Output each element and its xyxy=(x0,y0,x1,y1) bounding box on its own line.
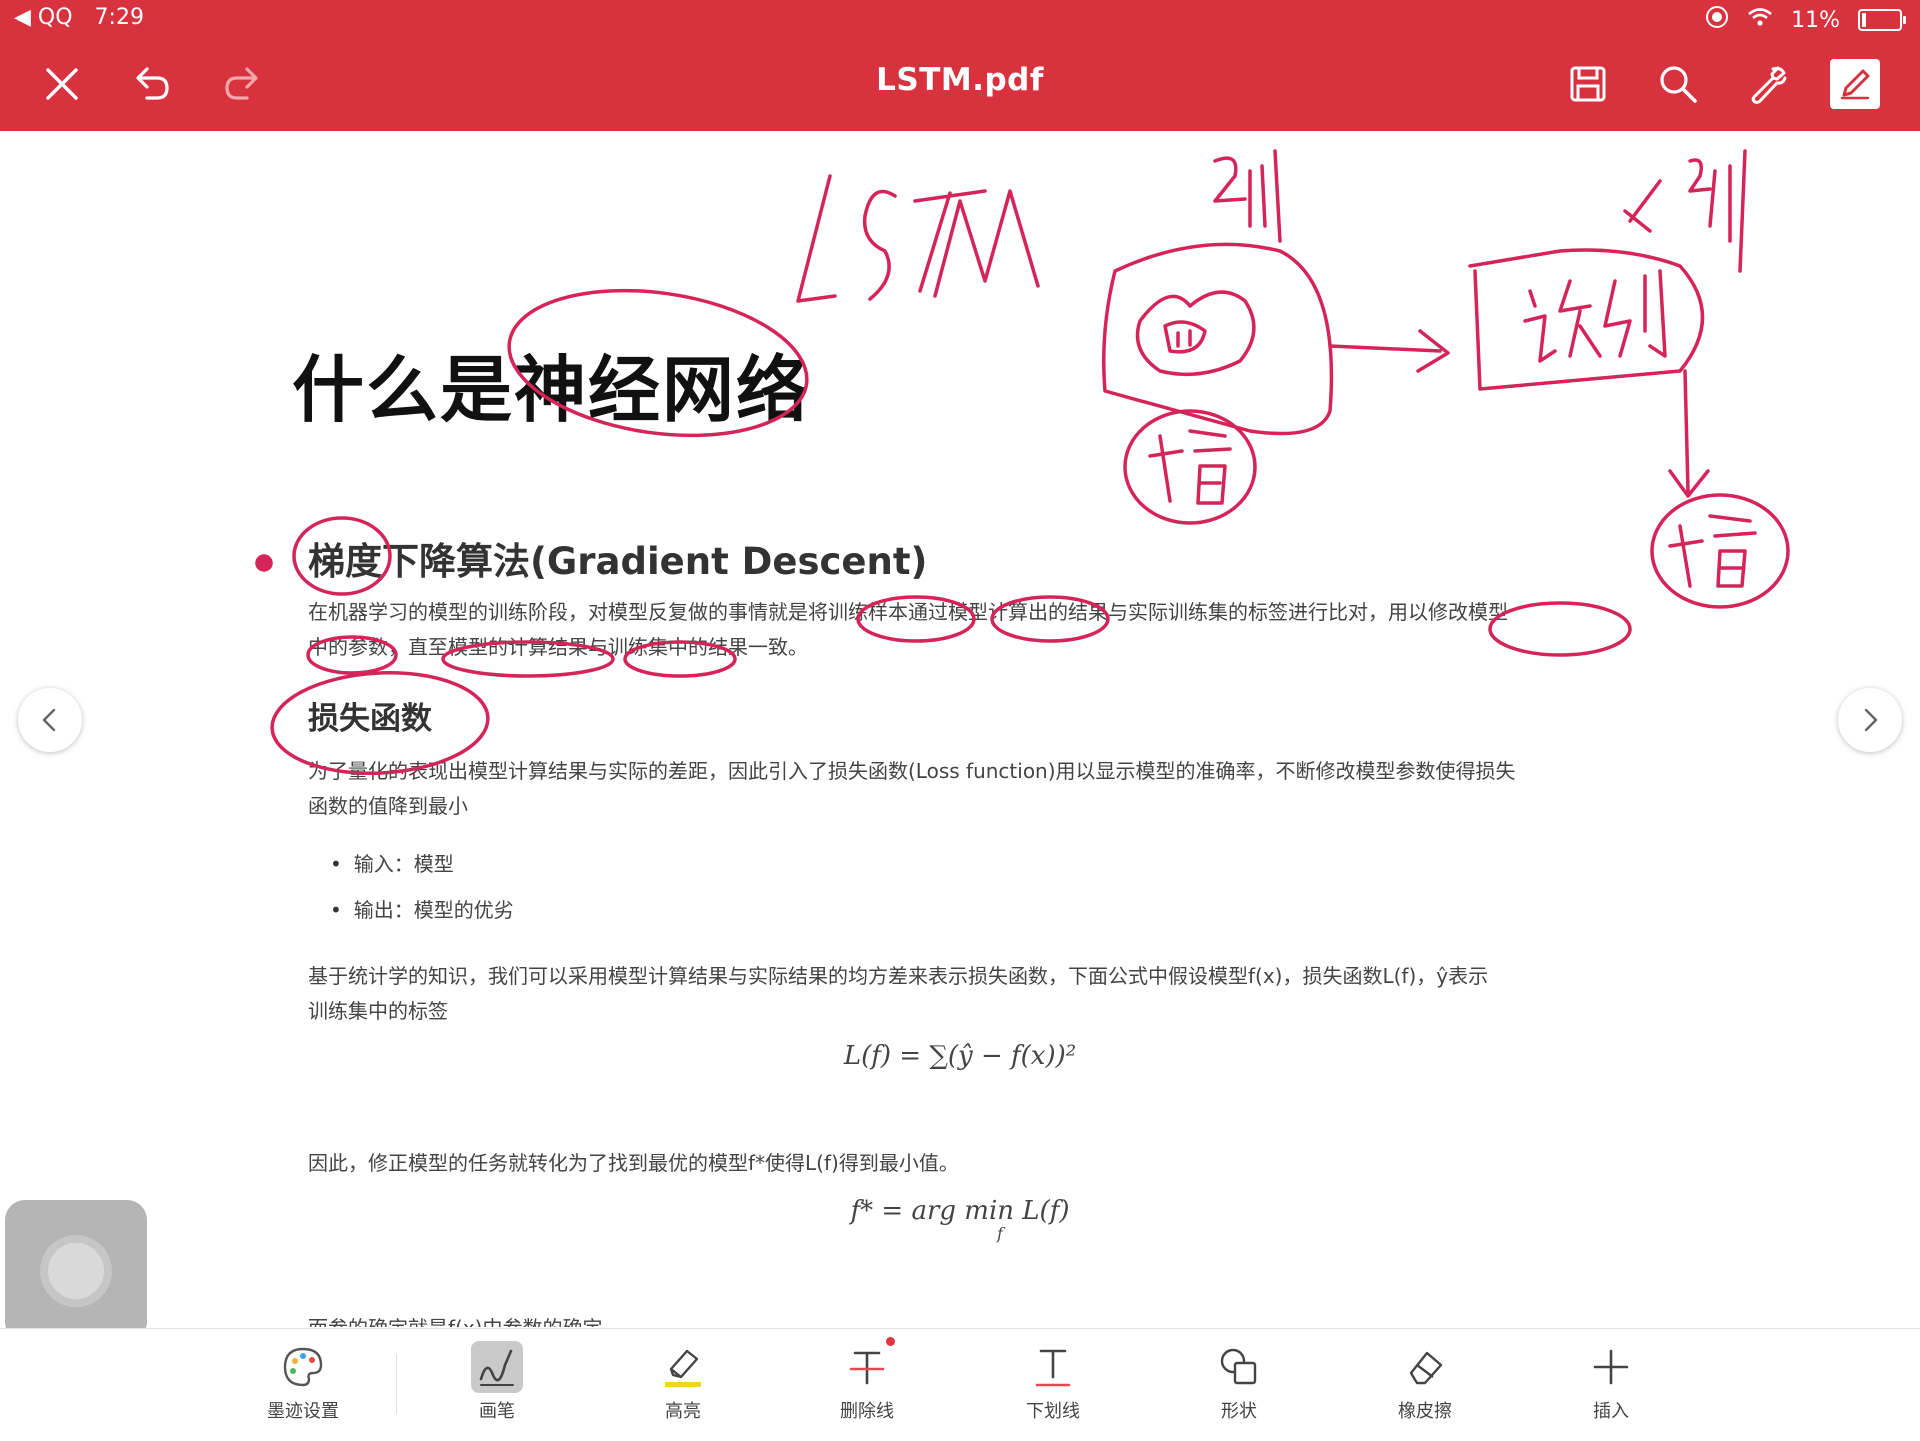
tool-label: 形状 xyxy=(1221,1401,1257,1422)
list-item: 输出：模型的优劣 xyxy=(330,887,514,933)
app-bar: LSTM.pdf xyxy=(0,38,1920,131)
edit-icon[interactable] xyxy=(1830,59,1880,109)
ink-cat-face xyxy=(1135,290,1256,377)
paragraph-stats-1: 基于统计学的知识，我们可以采用模型计算结果与实际结果的均方差来表示损失函数，下面… xyxy=(308,964,1489,988)
ink-recognize-text xyxy=(1523,269,1667,363)
tool-pen[interactable]: 画笔 xyxy=(442,1341,552,1437)
formula-argmin-subscript: f xyxy=(997,1224,1003,1243)
assistive-touch-button[interactable] xyxy=(5,1200,147,1342)
underline-icon xyxy=(1027,1341,1079,1393)
tool-label: 下划线 xyxy=(1026,1401,1080,1422)
ink-label-number-3 xyxy=(1623,149,1747,273)
io-list: 输入：模型 输出：模型的优劣 xyxy=(330,841,514,933)
paragraph-cut-off: 而参的确定就是f(x)中参数的确定 xyxy=(308,1311,1608,1327)
ink-lstm-text xyxy=(796,174,1040,303)
ink-recognize-box xyxy=(1468,248,1705,391)
tool-insert[interactable]: 插入 xyxy=(1556,1341,1666,1437)
highlighter-icon xyxy=(657,1341,709,1393)
ink-cat-box xyxy=(1102,242,1334,436)
pdf-page[interactable]: 什么是神经网络 梯度下降算法(Gradient Descent) 在机器学习的模… xyxy=(0,131,1920,1328)
chevron-right-icon xyxy=(1864,708,1878,732)
battery-percent: 11% xyxy=(1791,7,1840,33)
paragraph-training-2: 中的参数，直至模型的计算结果与训练集中的结果一致。 xyxy=(308,635,808,659)
paragraph-loss-1: 为了量化的表现出模型计算结果与实际的差距，因此引入了损失函数(Loss func… xyxy=(308,759,1516,783)
status-bar: ◀ QQ 7:29 11% xyxy=(0,0,1920,38)
tool-highlight[interactable]: 高亮 xyxy=(628,1341,738,1437)
tool-label: 删除线 xyxy=(840,1401,894,1422)
active-dot xyxy=(886,1337,895,1346)
strikethrough-icon xyxy=(841,1337,895,1393)
wrench-icon[interactable] xyxy=(1740,56,1796,112)
ink-cat-char xyxy=(1148,429,1232,505)
heading-loss-function: 损失函数 xyxy=(308,701,432,737)
battery-icon xyxy=(1858,9,1906,31)
save-icon[interactable] xyxy=(1560,56,1616,112)
heading-gradient-descent: 梯度下降算法(Gradient Descent) xyxy=(308,540,928,583)
palette-icon xyxy=(277,1341,329,1393)
prev-page-button[interactable] xyxy=(18,688,82,752)
plus-icon xyxy=(1585,1341,1637,1393)
paragraph-loss-2: 函数的值降到最小 xyxy=(308,794,468,818)
paragraph-training-1: 在机器学习的模型的训练阶段，对模型反复做的事情就是将训练样本通过模型计算出的结果… xyxy=(308,600,1508,624)
tool-underline[interactable]: 下划线 xyxy=(998,1341,1108,1437)
document-title: LSTM.pdf xyxy=(876,62,1044,98)
tool-label: 画笔 xyxy=(479,1401,515,1422)
toolbar-divider xyxy=(396,1354,397,1414)
tool-eraser[interactable]: 橡皮擦 xyxy=(1370,1341,1480,1437)
ink-circle-cat-char xyxy=(1123,409,1257,525)
eraser-icon xyxy=(1399,1341,1451,1393)
list-item: 输入：模型 xyxy=(330,841,514,887)
back-to-app-link[interactable]: ◀ QQ xyxy=(14,5,73,30)
ink-dot xyxy=(255,554,273,572)
next-page-button[interactable] xyxy=(1838,688,1902,752)
formula-argmin: f* = arg min L(f) xyxy=(850,1196,1070,1226)
search-icon[interactable] xyxy=(1650,56,1706,112)
chevron-left-icon xyxy=(42,708,56,732)
top-bar: ◀ QQ 7:29 11% LSTM.pdf xyxy=(0,0,1920,131)
ink-arrow-to-recognize xyxy=(1328,329,1450,373)
pen-icon xyxy=(471,1341,523,1393)
formula-loss: L(f) = ∑(ŷ − f(x))² xyxy=(843,1041,1077,1071)
assistive-touch-dot xyxy=(40,1235,112,1307)
ink-output-char xyxy=(1668,514,1757,588)
heading-what-is-neural-network: 什么是神经网络 xyxy=(292,347,811,432)
tool-label: 墨迹设置 xyxy=(267,1401,339,1422)
tool-strikethrough[interactable]: 删除线 xyxy=(812,1337,922,1437)
ink-arrow-down xyxy=(1668,369,1710,498)
tool-label: 插入 xyxy=(1593,1401,1629,1422)
screen-record-icon xyxy=(1705,5,1729,35)
tool-shape[interactable]: 形状 xyxy=(1184,1341,1294,1437)
shape-icon xyxy=(1213,1341,1265,1393)
ink-circle-output xyxy=(1650,493,1790,609)
tool-label: 橡皮擦 xyxy=(1398,1401,1452,1422)
paragraph-stats-2: 训练集中的标签 xyxy=(308,999,448,1023)
clock: 7:29 xyxy=(94,5,144,30)
paragraph-optimal-model: 因此，修正模型的任务就转化为了找到最优的模型f*使得L(f)得到最小值。 xyxy=(308,1151,959,1175)
wifi-icon xyxy=(1747,7,1773,33)
tool-label: 高亮 xyxy=(665,1401,701,1422)
ink-label-number-2 xyxy=(1213,149,1282,243)
annotation-toolbar: 墨迹设置 画笔 高亮 删除线 下划线 形状 橡皮擦 插入 xyxy=(0,1328,1920,1441)
tool-ink-settings[interactable]: 墨迹设置 xyxy=(248,1341,358,1437)
